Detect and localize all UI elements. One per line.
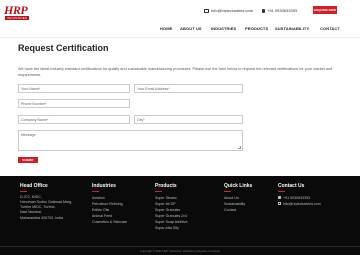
heading-underline [155, 191, 162, 192]
footer-quick-links: Quick Links About Us Sustainability Cont… [224, 183, 252, 213]
page-title: Request Certification [18, 43, 109, 53]
mail-icon [204, 8, 209, 13]
footer-link[interactable]: Super Granules 2x4 [155, 213, 188, 219]
header-email-text: info@hrpindustries.com [211, 8, 254, 13]
copyright-text: Copyright © 2023 HRP Industries. Website… [139, 249, 221, 253]
footer-divider [0, 246, 360, 247]
site-footer: Head Office D-372, MIDC, Hanuman Sudhu G… [0, 176, 360, 255]
footer-link[interactable]: Cosmetics & Skincare [92, 219, 127, 225]
nav-sustainability[interactable]: SUSTAINABILITY [275, 26, 309, 31]
company-field[interactable]: Company Name* [18, 115, 130, 124]
company-logo[interactable]: HRP INDUSTRIES [4, 3, 30, 24]
footer-products: Products Super Stearic Super 8# DP Super… [155, 183, 188, 231]
footer-heading: Industries [92, 183, 116, 189]
header-phone-link[interactable]: +91 9930633393 [262, 8, 297, 13]
footer-email-text: info@hrpindustries.com [283, 201, 321, 206]
top-header: HRP INDUSTRIES info@hrpindustries.com +9… [0, 0, 360, 37]
message-field[interactable]: Message [18, 130, 243, 151]
footer-heading: Contact Us [278, 183, 305, 189]
footer-link[interactable]: Super Atta Sify [155, 225, 188, 231]
message-placeholder: Message [21, 133, 36, 137]
phone-field[interactable]: Phone Number* [18, 99, 130, 108]
nav-contact[interactable]: CONTACT [320, 26, 340, 31]
name-field[interactable]: Your Name* [18, 84, 130, 93]
header-divider [0, 37, 360, 38]
heading-underline [20, 191, 27, 192]
submit-button[interactable]: SUBMIT [18, 157, 38, 163]
intro-text: We have the latest industry standard cer… [18, 67, 333, 77]
nav-about-us[interactable]: ABOUT US [180, 26, 202, 31]
footer-heading: Quick Links [224, 183, 253, 189]
resize-grip-icon[interactable] [238, 146, 241, 149]
header-email-link[interactable]: info@hrpindustries.com [204, 8, 253, 13]
header-phone-text: +91 9930633393 [267, 8, 298, 13]
nav-home[interactable]: HOME [160, 26, 172, 31]
footer-heading: Products [155, 183, 177, 189]
nav-products[interactable]: PRODUCTS [245, 26, 268, 31]
footer-link[interactable]: Super Soap Additive [155, 219, 188, 225]
heading-underline [278, 191, 285, 192]
footer-industries: Industries Aviation Petroleum Refining E… [92, 183, 127, 225]
footer-head-office: Head Office D-372, MIDC, Hanuman Sudhu G… [20, 183, 72, 221]
logo-subtitle: INDUSTRIES [5, 16, 30, 20]
heading-underline [224, 191, 231, 192]
footer-link[interactable]: Contact [224, 207, 252, 213]
phone-icon [262, 8, 265, 13]
footer-link[interactable]: Petroleum Refining [92, 201, 127, 207]
heading-underline [92, 191, 99, 192]
footer-contact: Contact Us +91 9930633393 info@hrpindust… [278, 183, 321, 207]
footer-email-link[interactable]: info@hrpindustries.com [278, 201, 321, 207]
nav-industries[interactable]: INDUSTRIES [211, 26, 236, 31]
email-field[interactable]: Your Email Address* [134, 84, 243, 93]
phone-icon [278, 196, 281, 200]
footer-heading: Head Office [20, 183, 48, 189]
enquire-now-button[interactable]: ENQUIRE NOW [313, 6, 337, 14]
address-line: Maharashtra 400703, India [20, 215, 63, 220]
city-field[interactable]: City* [134, 115, 243, 124]
mail-icon [278, 202, 281, 206]
logo-text: HRP [4, 3, 28, 17]
